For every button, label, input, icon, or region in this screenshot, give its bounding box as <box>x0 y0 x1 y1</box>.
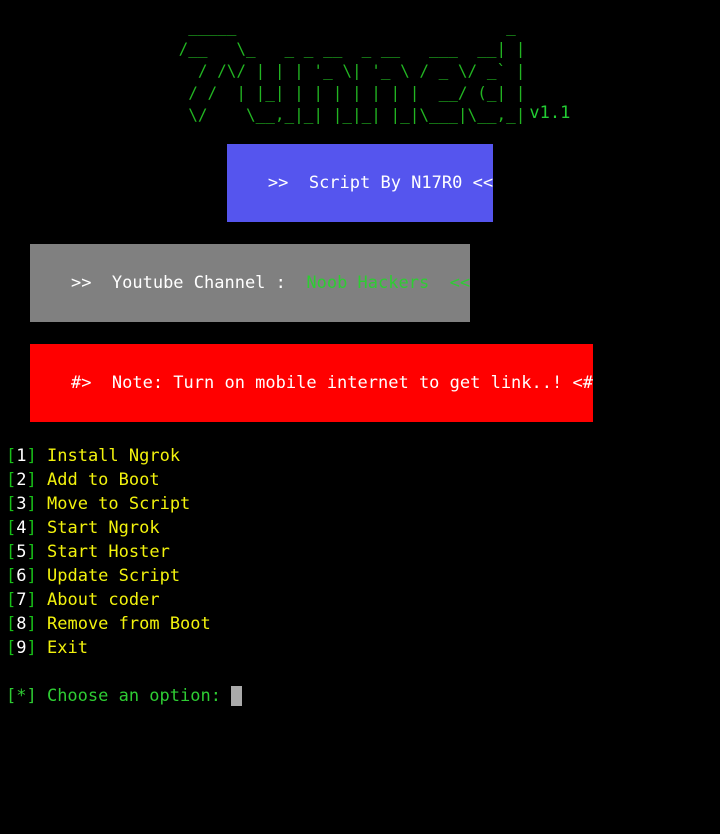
text-cursor <box>231 686 243 706</box>
menu-item-number: 6 <box>16 566 27 586</box>
menu-item-2[interactable]: [2] Add to Boot <box>6 468 720 492</box>
youtube-channel-name: Noob Hackers << <box>306 273 471 293</box>
script-author-banner-row: >> Script By N17R0 << <box>0 144 720 222</box>
menu-bracket-open: [ <box>6 542 17 562</box>
menu-item-label: About coder <box>47 590 160 610</box>
option-prompt-row[interactable]: [*] Choose an option: <box>0 684 720 708</box>
note-banner: #> Note: Turn on mobile internet to get … <box>30 344 593 422</box>
menu-bracket-close: ] <box>26 494 37 514</box>
menu-bracket-open: [ <box>6 614 17 634</box>
main-menu: [1] Install Ngrok [2] Add to Boot [3] Mo… <box>0 444 720 660</box>
youtube-channel-label: >> Youtube Channel : <box>70 273 307 293</box>
menu-item-label: Move to Script <box>47 494 191 514</box>
menu-item-label: Start Ngrok <box>47 518 160 538</box>
prompt-marker: [*] <box>6 686 37 706</box>
menu-bracket-close: ] <box>26 518 37 538</box>
menu-bracket-close: ] <box>26 566 37 586</box>
menu-bracket-open: [ <box>6 590 17 610</box>
menu-item-7[interactable]: [7] About coder <box>6 588 720 612</box>
menu-item-1[interactable]: [1] Install Ngrok <box>6 444 720 468</box>
menu-bracket-close: ] <box>26 470 37 490</box>
menu-item-number: 8 <box>16 614 27 634</box>
menu-item-number: 5 <box>16 542 27 562</box>
youtube-channel-banner-row: >> Youtube Channel : Noob Hackers << <box>0 244 720 322</box>
menu-item-label: Start Hoster <box>47 542 170 562</box>
menu-item-6[interactable]: [6] Update Script <box>6 564 720 588</box>
menu-item-5[interactable]: [5] Start Hoster <box>6 540 720 564</box>
menu-bracket-open: [ <box>6 470 17 490</box>
menu-item-label: Install Ngrok <box>47 446 181 466</box>
menu-item-3[interactable]: [3] Move to Script <box>6 492 720 516</box>
script-author-banner: >> Script By N17R0 << <box>226 144 494 222</box>
ascii-logo-art: _____ _ /__ \_ _ _ __ _ __ ___ __| | / /… <box>178 17 526 124</box>
script-author-text: >> Script By N17R0 << <box>267 173 494 193</box>
version-label: v1.1 <box>529 103 571 123</box>
menu-item-8[interactable]: [8] Remove from Boot <box>6 612 720 636</box>
menu-item-label: Update Script <box>47 566 181 586</box>
menu-item-number: 7 <box>16 590 27 610</box>
menu-bracket-close: ] <box>26 614 37 634</box>
menu-item-number: 2 <box>16 470 27 490</box>
menu-item-label: Add to Boot <box>47 470 160 490</box>
menu-item-number: 9 <box>16 638 27 658</box>
menu-item-number: 1 <box>16 446 27 466</box>
menu-item-label: Remove from Boot <box>47 614 211 634</box>
menu-bracket-close: ] <box>26 446 37 466</box>
menu-item-9[interactable]: [9] Exit <box>6 636 720 660</box>
menu-item-label: Exit <box>47 638 88 658</box>
menu-item-number: 4 <box>16 518 27 538</box>
menu-bracket-close: ] <box>26 638 37 658</box>
menu-bracket-open: [ <box>6 446 17 466</box>
menu-item-number: 3 <box>16 494 27 514</box>
youtube-channel-banner: >> Youtube Channel : Noob Hackers << <box>30 244 471 322</box>
note-banner-row: #> Note: Turn on mobile internet to get … <box>0 344 720 422</box>
note-text: #> Note: Turn on mobile internet to get … <box>70 373 593 393</box>
menu-bracket-close: ] <box>26 590 37 610</box>
menu-bracket-open: [ <box>6 494 17 514</box>
menu-bracket-close: ] <box>26 542 37 562</box>
menu-bracket-open: [ <box>6 518 17 538</box>
ascii-logo-banner: _____ _ /__ \_ _ _ __ _ __ ___ __| | / /… <box>0 0 720 126</box>
menu-bracket-open: [ <box>6 566 17 586</box>
menu-item-4[interactable]: [4] Start Ngrok <box>6 516 720 540</box>
menu-bracket-open: [ <box>6 638 17 658</box>
prompt-text: Choose an option: <box>36 686 232 706</box>
